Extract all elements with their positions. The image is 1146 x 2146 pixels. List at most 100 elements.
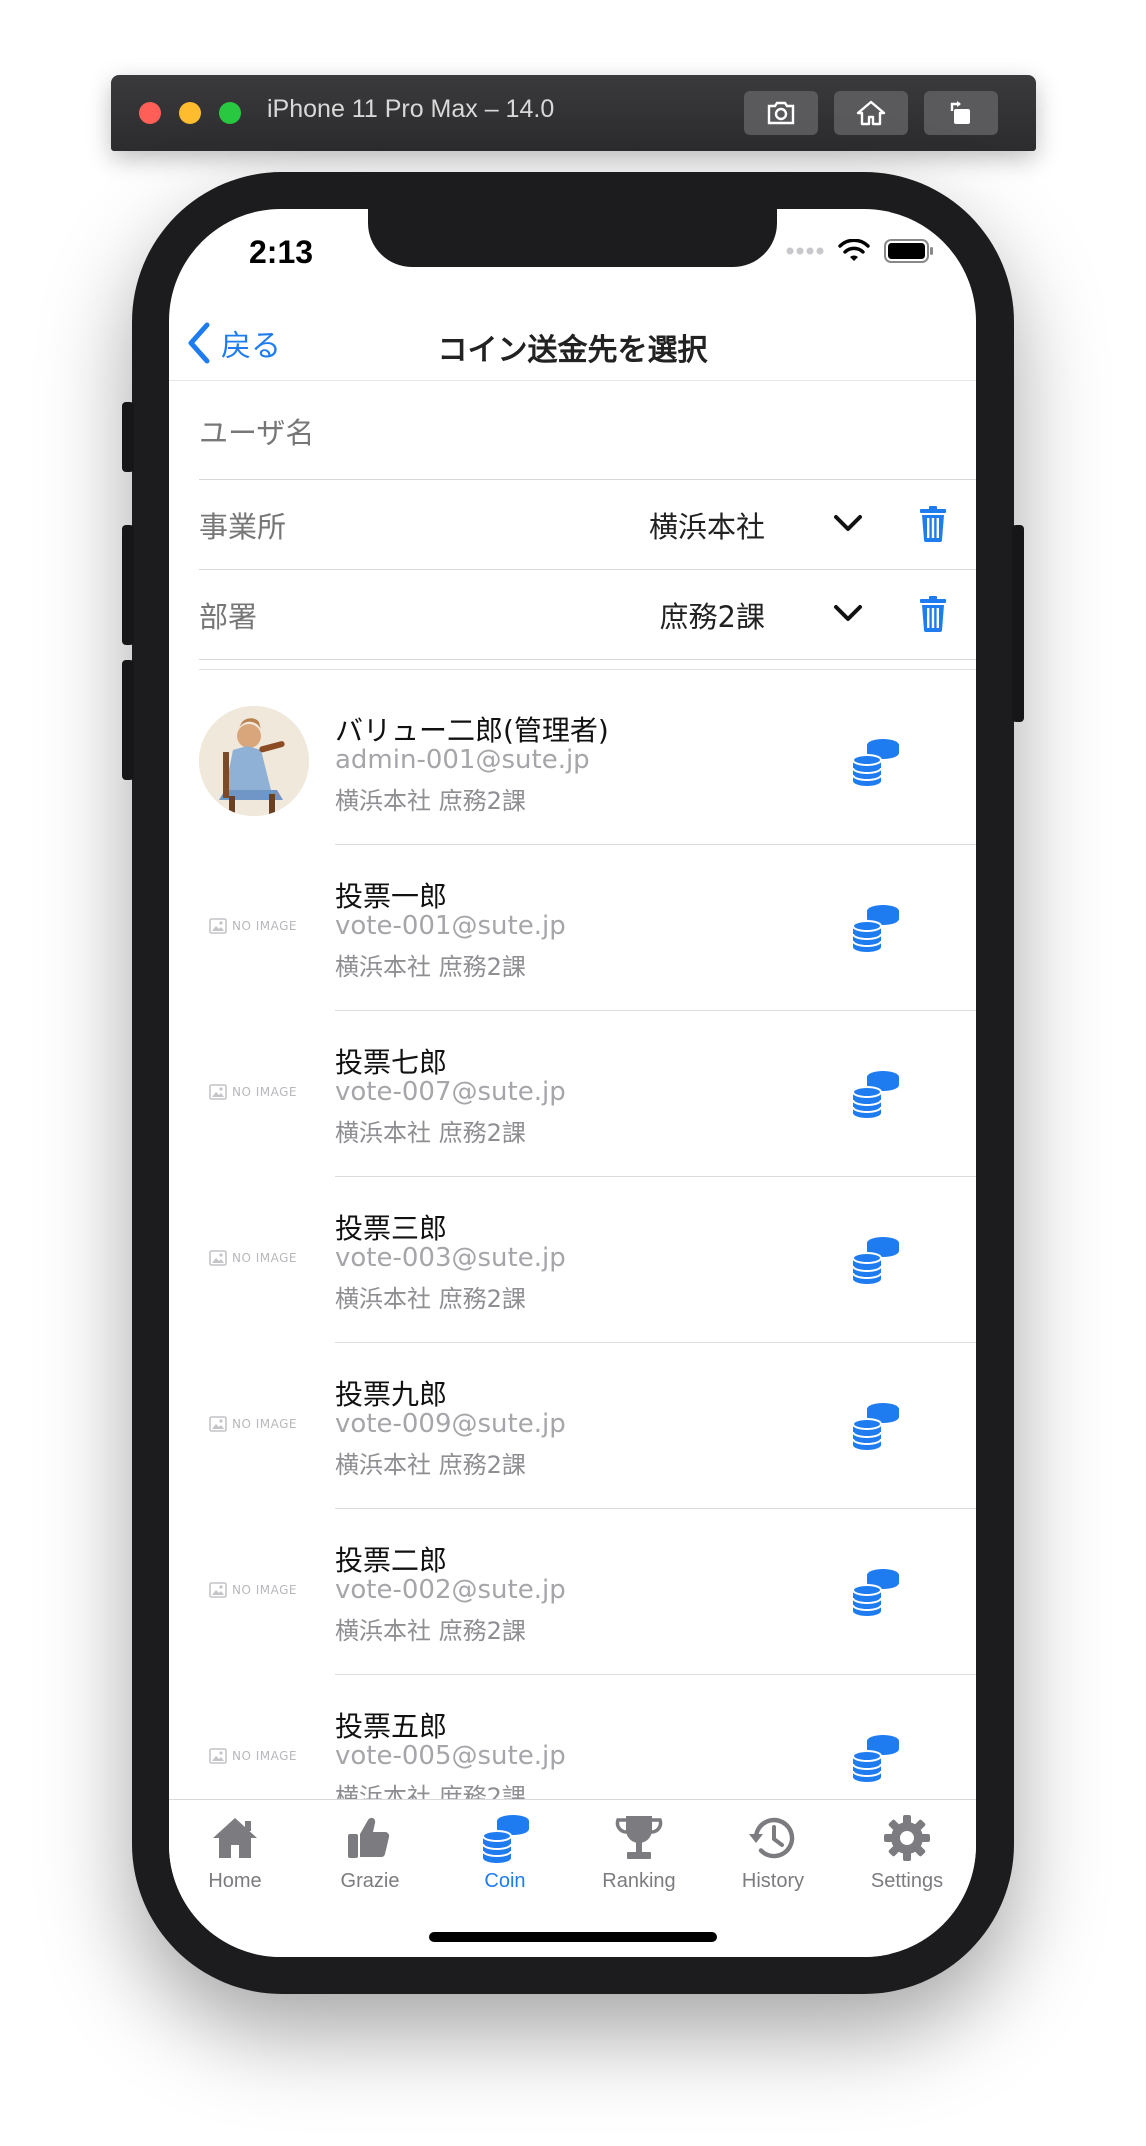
simulator-title: iPhone 11 Pro Max – 14.0 [267,95,555,123]
user-email: vote-007@sute.jp [335,1077,566,1107]
image-placeholder-icon [209,1582,227,1598]
volume-down-button [122,660,134,780]
mute-switch [122,402,134,472]
user-email: vote-009@sute.jp [335,1409,566,1439]
user-name: 投票七郎 [335,1046,448,1079]
user-email: vote-003@sute.jp [335,1243,566,1273]
user-name: 投票二郎 [335,1544,448,1577]
user-row[interactable]: NO IMAGE 投票九郎 vote-009@sute.jp 横浜本社 庶務2課 [169,1343,976,1509]
image-placeholder-icon [209,1748,227,1764]
signal-icon [786,247,824,255]
username-search-row[interactable]: ユーザ名 [199,382,976,480]
trash-icon[interactable] [919,506,947,542]
department-value[interactable]: 庶務2課 [660,594,765,636]
tab-ranking[interactable]: Ranking [579,1812,699,1893]
user-email: vote-002@sute.jp [335,1575,566,1605]
no-image-placeholder: NO IMAGE [209,1748,297,1764]
close-window-button[interactable] [139,102,161,124]
user-row[interactable]: NO IMAGE 投票五郎 vote-005@sute.jp 横浜本社 庶務2課 [169,1675,976,1799]
history-icon [749,1817,795,1859]
no-image-label: NO IMAGE [232,919,298,933]
rotate-button[interactable] [924,91,998,135]
home-button[interactable] [834,91,908,135]
minimize-window-button[interactable] [179,102,201,124]
image-placeholder-icon [209,1084,227,1100]
tab-coin[interactable]: Coin [445,1812,565,1893]
user-department: 横浜本社 庶務2課 [335,1783,526,1799]
tab-label: Home [208,1870,262,1892]
user-name: バリュー二郎(管理者) [335,714,609,747]
user-name: 投票九郎 [335,1378,448,1411]
power-button [1012,525,1024,722]
user-email: vote-005@sute.jp [335,1741,566,1771]
username-input-placeholder[interactable]: ユーザ名 [199,410,314,452]
battery-icon [884,239,933,263]
tab-label: Settings [870,1870,944,1892]
department-filter-row[interactable]: 部署 庶務2課 [199,571,976,660]
user-department: 横浜本社 庶務2課 [335,953,526,981]
screenshot-icon [767,101,795,125]
user-department: 横浜本社 庶務2課 [335,1451,526,1479]
office-value[interactable]: 横浜本社 [649,504,765,546]
user-name: 投票五郎 [335,1710,448,1743]
send-coin-icon[interactable] [849,1401,901,1451]
department-label: 部署 [199,600,258,634]
image-placeholder-icon [209,1416,227,1432]
user-name: 投票一郎 [335,880,448,913]
no-image-label: NO IMAGE [232,1583,298,1597]
gear-icon [884,1815,930,1861]
user-email: vote-001@sute.jp [335,911,566,941]
navigation-bar: 戻る コイン送金先を選択 [169,309,976,381]
notch [368,209,777,267]
user-row[interactable]: NO IMAGE 投票一郎 vote-001@sute.jp 横浜本社 庶務2課 [169,845,976,1011]
send-coin-icon[interactable] [849,1069,901,1119]
user-photo [199,706,309,816]
volume-up-button [122,525,134,645]
send-coin-icon[interactable] [849,1567,901,1617]
page-title: コイン送金先を選択 [437,333,708,368]
avatar [199,706,309,816]
wifi-icon [838,239,870,261]
user-department: 横浜本社 庶務2課 [335,1119,526,1147]
send-coin-icon[interactable] [849,903,901,953]
tab-grazie[interactable]: Grazie [310,1812,430,1893]
user-row[interactable]: NO IMAGE 投票二郎 vote-002@sute.jp 横浜本社 庶務2課 [169,1509,976,1675]
user-department: 横浜本社 庶務2課 [335,787,526,815]
office-filter-row[interactable]: 事業所 横浜本社 [199,481,976,570]
tab-label: Coin [484,1870,526,1892]
no-image-placeholder: NO IMAGE [209,1582,297,1598]
phone-screen: 2:13 戻る コイン送金先を選択 ユーザ名 事業所 横浜本社 部署 庶務2課 … [169,209,976,1957]
tab-label: History [741,1870,805,1892]
no-image-label: NO IMAGE [232,1749,298,1763]
user-department: 横浜本社 庶務2課 [335,1617,526,1645]
user-department: 横浜本社 庶務2課 [335,1285,526,1313]
user-list: バリュー二郎(管理者) admin-001@sute.jp 横浜本社 庶務2課 NO … [169,669,976,1799]
rotate-icon [950,101,970,124]
user-row[interactable]: NO IMAGE 投票三郎 vote-003@sute.jp 横浜本社 庶務2課 [169,1177,976,1343]
trophy-icon [615,1816,663,1859]
no-image-label: NO IMAGE [232,1251,298,1265]
send-coin-icon[interactable] [849,737,901,787]
tab-settings[interactable]: Settings [847,1812,967,1893]
no-image-label: NO IMAGE [232,1085,298,1099]
zoom-window-button[interactable] [219,102,241,124]
tab-home[interactable]: Home [175,1812,295,1893]
status-time: 2:13 [249,234,314,270]
send-coin-icon[interactable] [849,1733,901,1783]
tab-label: Ranking [602,1870,676,1892]
office-label: 事業所 [199,510,287,544]
house-icon [213,1818,257,1858]
screenshot-button[interactable] [744,91,818,135]
user-email: admin-001@sute.jp [335,745,590,775]
status-indicators [786,239,934,263]
tab-history[interactable]: History [713,1812,833,1893]
home-indicator [429,1932,717,1942]
user-row[interactable]: バリュー二郎(管理者) admin-001@sute.jp 横浜本社 庶務2課 [169,679,976,845]
no-image-placeholder: NO IMAGE [209,1250,297,1266]
image-placeholder-icon [209,918,227,934]
chevron-down-icon[interactable] [832,511,864,535]
send-coin-icon[interactable] [849,1235,901,1285]
chevron-down-icon[interactable] [832,601,864,625]
trash-icon[interactable] [919,596,947,632]
user-row[interactable]: NO IMAGE 投票七郎 vote-007@sute.jp 横浜本社 庶務2課 [169,1011,976,1177]
